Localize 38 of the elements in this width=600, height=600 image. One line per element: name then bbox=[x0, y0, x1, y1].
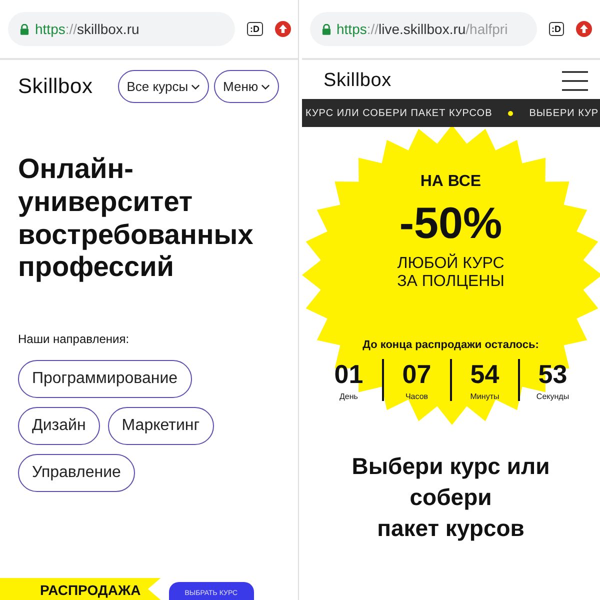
countdown-unit: Минуты bbox=[470, 392, 500, 401]
tab-count-button[interactable]: :D bbox=[548, 22, 564, 36]
lock-icon bbox=[20, 24, 29, 34]
direction-tag[interactable]: Программирование bbox=[18, 360, 192, 398]
promo-text: НА ВСЕ bbox=[420, 173, 482, 191]
tab-count-button[interactable]: :D bbox=[247, 22, 262, 36]
separator-dot bbox=[508, 110, 514, 116]
discount-text: -50% bbox=[399, 199, 502, 249]
countdown-label: До конца распродажи осталось: bbox=[362, 339, 540, 351]
logo[interactable]: Skillbox bbox=[18, 74, 93, 98]
section-heading: Выбери курс или собери пакет курсов bbox=[350, 452, 551, 544]
nav-dropdown-button[interactable]: Меню bbox=[214, 70, 280, 103]
countdown-unit: Часов bbox=[405, 392, 428, 401]
logo[interactable]: Skillbox bbox=[324, 70, 392, 92]
chevron-down-icon bbox=[191, 84, 200, 90]
lock-icon bbox=[322, 24, 330, 34]
countdown-value: 07 bbox=[402, 359, 432, 390]
menu-icon[interactable] bbox=[562, 71, 588, 91]
section-label: Наши направления: bbox=[18, 332, 130, 346]
address-bar[interactable]: https://skillbox.ru bbox=[8, 12, 235, 46]
countdown-unit: День bbox=[340, 392, 358, 401]
nav-dropdown-button[interactable]: Все курсы bbox=[118, 70, 210, 103]
url-text: https://live.skillbox.ru/halfpri bbox=[336, 21, 508, 37]
promo-text: ЛЮБОЙ КУРС ЗА ПОЛЦЕНЫ bbox=[397, 255, 504, 290]
url-text: https://skillbox.ru bbox=[35, 21, 140, 37]
direction-tag[interactable]: Дизайн bbox=[18, 407, 100, 445]
countdown-value: 54 bbox=[470, 359, 500, 390]
chevron-down-icon bbox=[261, 84, 270, 90]
hero-title: Онлайн- университет востребованных профессий bbox=[18, 153, 254, 284]
direction-tag[interactable]: Маркетинг bbox=[108, 407, 214, 445]
address-bar[interactable]: https://live.skillbox.ru/halfpri bbox=[310, 12, 536, 46]
upload-icon[interactable] bbox=[576, 21, 592, 37]
upload-icon[interactable] bbox=[274, 21, 290, 37]
countdown-unit: Секунды bbox=[536, 392, 570, 401]
ticker-text: КУРС ИЛИ СОБЕРИ ПАКЕТ КУРСОВ bbox=[306, 108, 492, 118]
ticker-text: ВЫБЕРИ КУР bbox=[529, 108, 599, 118]
direction-tag[interactable]: Управление bbox=[18, 454, 135, 492]
sale-ribbon: РАСПРОДАЖА bbox=[0, 578, 161, 600]
